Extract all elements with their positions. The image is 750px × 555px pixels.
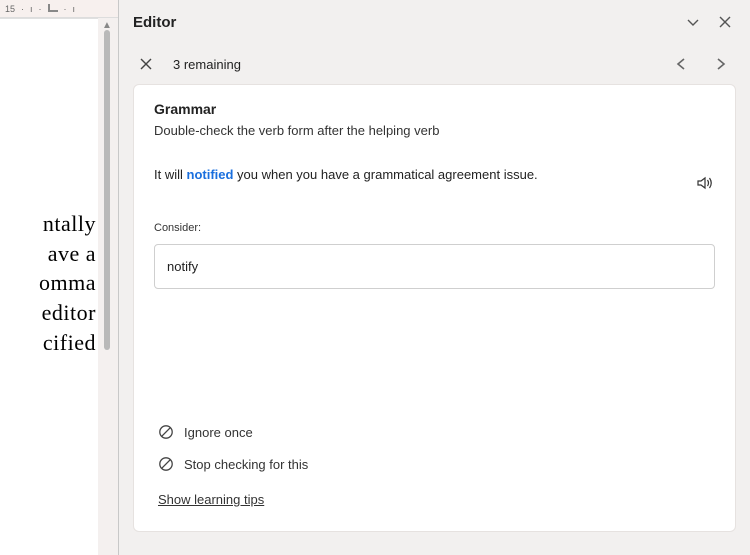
chevron-right-icon (715, 57, 727, 71)
sentence-post: you when you have a grammatical agreemen… (233, 167, 537, 182)
panel-title: Editor (133, 14, 672, 31)
ban-icon (158, 456, 174, 472)
tab-marker-icon[interactable] (48, 4, 58, 14)
close-panel-button[interactable] (714, 11, 736, 33)
close-icon (718, 15, 732, 29)
chevron-down-icon (686, 15, 700, 29)
prev-issue-button[interactable] (670, 53, 692, 75)
speaker-icon (695, 173, 715, 193)
issue-sentence: It will notified you when you have a gra… (154, 166, 715, 184)
highlighted-word: notified (187, 167, 234, 182)
editor-panel: Editor 3 remaining Grammar Double-check … (119, 0, 750, 555)
scrollbar-thumb[interactable] (104, 30, 110, 350)
issue-subtitle: Double-check the verb form after the hel… (154, 123, 715, 138)
issue-category: Grammar (154, 101, 715, 117)
consider-label: Consider: (154, 222, 715, 234)
stop-checking-button[interactable]: Stop checking for this (154, 448, 715, 480)
ban-icon (158, 424, 174, 440)
sentence-pre: It will (154, 167, 187, 182)
doc-line: cified (2, 328, 98, 358)
next-issue-button[interactable] (710, 53, 732, 75)
suggestion-button[interactable]: notify (154, 244, 715, 289)
back-button[interactable] (137, 55, 155, 73)
stop-checking-label: Stop checking for this (184, 457, 308, 472)
ignore-once-button[interactable]: Ignore once (154, 416, 715, 448)
doc-line: ave a (2, 239, 98, 269)
doc-line: omma (2, 268, 98, 298)
doc-line: editor (2, 298, 98, 328)
collapse-button[interactable] (682, 11, 704, 33)
doc-line: ntally (2, 209, 98, 239)
read-aloud-button[interactable] (695, 173, 715, 193)
ruler: 15 · ı · · ı (0, 0, 118, 18)
panel-header: Editor (119, 0, 750, 44)
issue-card: Grammar Double-check the verb form after… (133, 84, 736, 532)
issue-nav-bar: 3 remaining (119, 44, 750, 84)
ignore-once-label: Ignore once (184, 425, 253, 440)
chevron-left-icon (675, 57, 687, 71)
ruler-number: 15 (5, 4, 15, 14)
learning-tips-link[interactable]: Show learning tips (154, 488, 715, 511)
document-fragment[interactable]: ntally ave a omma editor cified (0, 18, 98, 555)
scroll-up-icon[interactable]: ▲ (101, 20, 113, 28)
close-icon (139, 57, 153, 71)
remaining-count: 3 remaining (173, 57, 652, 72)
